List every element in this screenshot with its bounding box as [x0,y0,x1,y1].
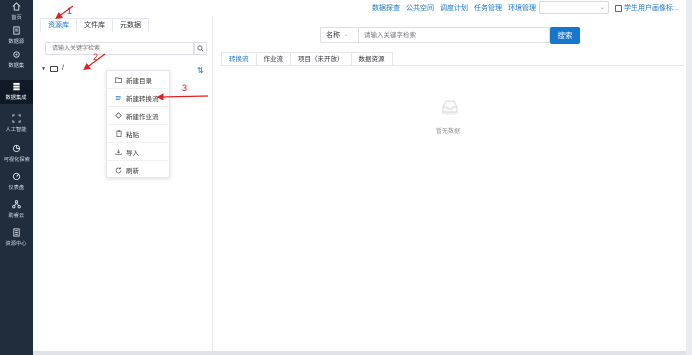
tabs-divider [221,65,684,66]
menu-item-new-transform[interactable]: 新建转换流 [107,89,171,107]
nav-item-dashboard[interactable]: 仪表盘 [0,170,33,194]
nav-item-integration[interactable]: 数据集成 [0,80,33,104]
menu-item-label: 新建作业流 [126,113,159,121]
nav-label: 首页 [11,15,22,21]
top-link-environment[interactable]: 环境管理 [508,3,536,13]
nav-label: 数据源 [8,39,25,45]
empty-inbox-icon [441,100,459,115]
nav-label: 资源中心 [6,241,27,247]
nav-item-ai[interactable]: 人工智能 [0,112,33,136]
database-icon [13,26,20,35]
annotation-number-2: 2 [93,52,99,62]
resource-tabs: 资源库 文件库 元数据 [40,18,149,32]
search-field-select-value: 名称 [326,32,340,39]
home-icon [12,2,21,11]
chart-icon [12,144,21,153]
caret-down-icon[interactable]: ▼ [41,66,46,72]
cloud-icon [12,200,21,209]
diamond-icon [115,112,122,119]
menu-item-label: 粘贴 [126,131,139,139]
annotation-number-1: 1 [67,6,73,16]
dashboard-icon [12,172,21,181]
nav-label: 人工智能 [6,127,27,133]
tab-file-library[interactable]: 文件库 [76,18,113,32]
nav-item-dataset[interactable]: 数据集 [0,48,33,72]
nav-item-home[interactable]: 首页 [0,0,33,24]
tree-root-node[interactable]: ▼ / [41,65,64,72]
menu-item-import[interactable]: 导入 [107,143,171,161]
ai-icon [12,114,21,123]
refresh-icon [115,167,122,174]
integration-icon [13,82,20,91]
top-link-schedule[interactable]: 调度计划 [440,3,468,13]
collapse-tree-icon[interactable]: ⇅ [197,66,204,75]
nav-label: 数据集 [8,63,25,69]
transform-icon [115,94,122,101]
tab-metadata[interactable]: 元数据 [112,18,149,32]
window-right-edge [686,0,692,355]
nav-item-visual[interactable]: 可视化探索 [0,142,33,166]
chevron-down-icon: ⌄ [599,5,605,11]
nav-item-cloud[interactable]: 助睿云 [0,198,33,222]
resource-icon [13,228,20,237]
nav-label: 数据集成 [6,95,27,101]
tab-job-flow[interactable]: 作业流 [255,52,291,66]
content-tabs: 转换流 作业流 项目（未开放） 数据资源 [221,52,393,66]
context-menu: 新建目录 新建转换流 新建作业流 粘贴 导入 刷新 [106,70,171,179]
left-nav: 首页 数据源 数据集 数据集成 人工智能 可视化探索 仪表盘 助睿云 资源中心 [0,0,33,355]
top-link-public-space[interactable]: 公共空间 [406,3,434,13]
nav-label: 助睿云 [8,213,25,219]
nav-item-resource[interactable]: 资源中心 [0,226,33,250]
horizontal-scrollbar[interactable] [33,351,686,355]
menu-item-label: 导入 [126,149,139,157]
content-search-field[interactable] [358,27,550,43]
nav-label: 仪表盘 [8,185,25,191]
tree-root-label: / [61,65,64,72]
tab-data-resource[interactable]: 数据资源 [350,52,393,66]
menu-item-label: 新建转换流 [126,95,159,103]
search-icon [196,45,204,52]
tab-project[interactable]: 项目（未开放） [290,52,352,66]
top-links: 数据探查 公共空间 调度计划 任务管理 环境管理 [372,3,536,13]
folder-icon [49,65,58,72]
nav-item-datasource[interactable]: 数据源 [0,24,33,48]
project-select[interactable]: ⌄ [539,1,609,14]
paste-icon [115,130,122,137]
resource-search-input[interactable] [46,43,194,54]
search-field-select[interactable]: 名称 ⌄ [320,27,358,43]
menu-item-new-job[interactable]: 新建作业流 [107,107,171,125]
menu-item-label: 新建目录 [126,77,152,85]
user-name: 学生用户画像标... [624,5,679,12]
import-icon [115,148,122,155]
content-panel: 名称 ⌄ 搜索 转换流 作业流 项目（未开放） 数据资源 暂无数据 [214,16,684,355]
top-link-tasks[interactable]: 任务管理 [474,3,502,13]
resource-search-field[interactable] [45,42,195,55]
search-button[interactable]: 搜索 [550,27,580,44]
chevron-down-icon: ⌄ [344,32,349,38]
top-link-explore[interactable]: 数据探查 [372,3,400,13]
user-info[interactable]: 学生用户画像标... [615,3,679,13]
dataset-icon [13,51,20,58]
resource-search-button[interactable] [193,42,207,55]
content-search-input[interactable] [359,28,549,42]
menu-item-new-folder[interactable]: 新建目录 [107,71,171,89]
tab-transform-flow[interactable]: 转换流 [221,52,257,66]
user-card-icon [615,4,622,12]
menu-item-refresh[interactable]: 刷新 [107,161,171,179]
annotation-number-3: 3 [182,83,188,93]
menu-item-paste[interactable]: 粘贴 [107,125,171,143]
nav-label: 可视化探索 [3,157,30,163]
menu-item-label: 刷新 [126,168,139,175]
resource-panel: 资源库 文件库 元数据 ▼ / ⇅ [35,16,213,355]
tab-resource-library[interactable]: 资源库 [40,18,77,32]
folder-icon [115,76,122,83]
empty-state-text: 暂无数据 [436,129,461,135]
